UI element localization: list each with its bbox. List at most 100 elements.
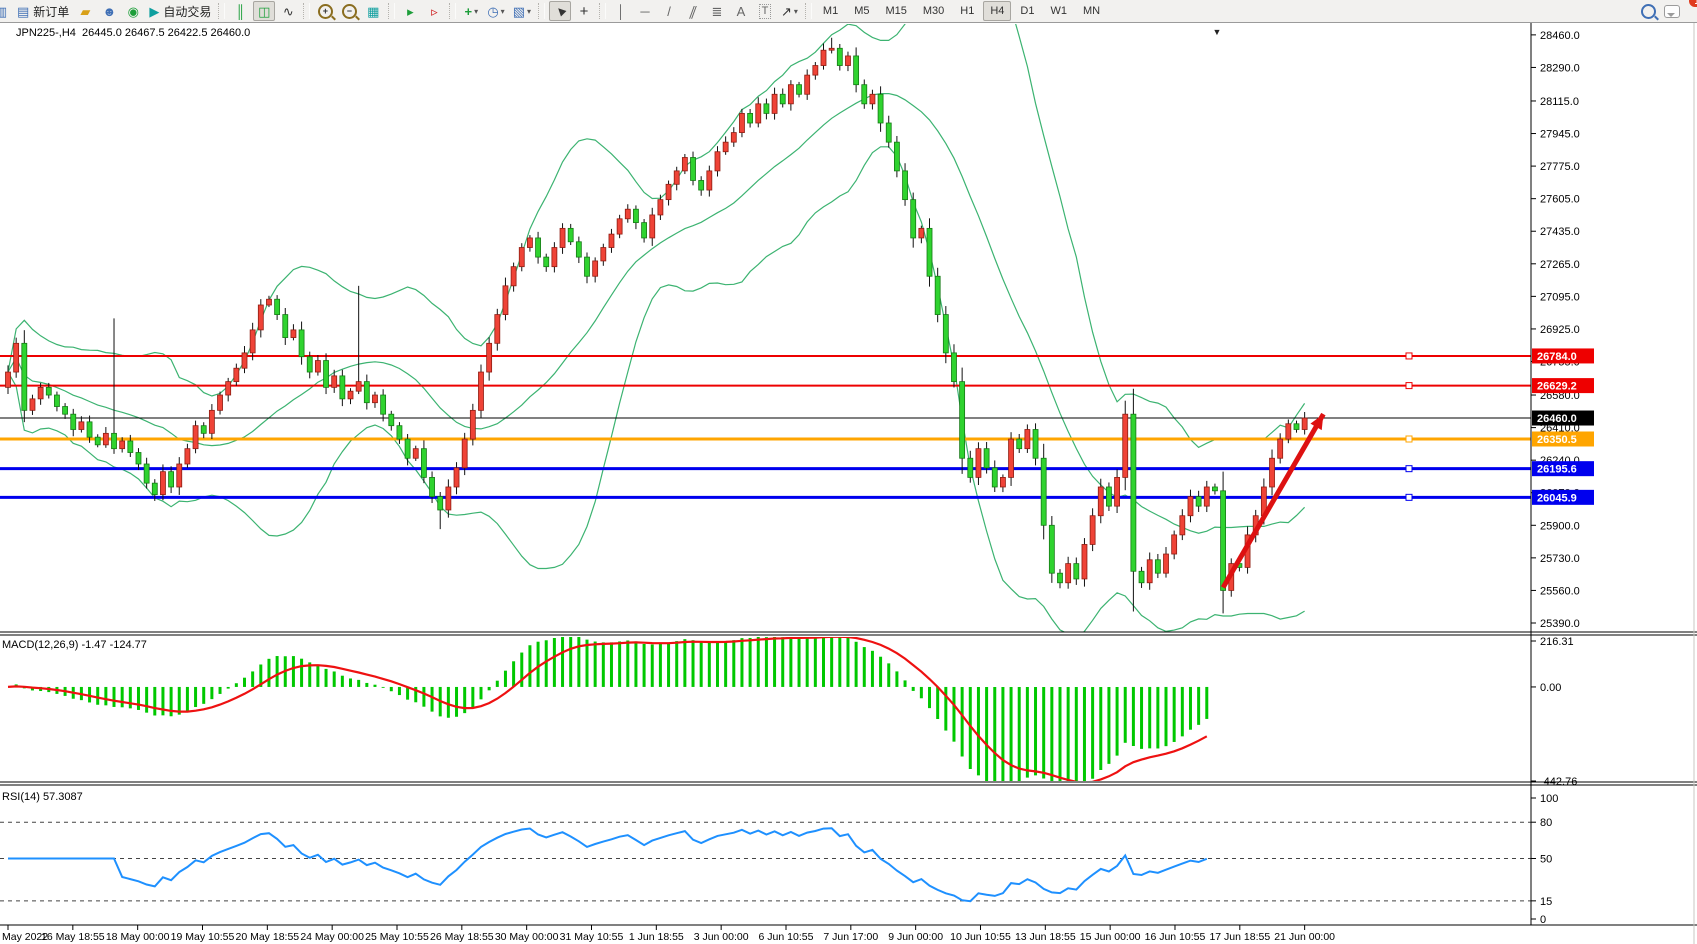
bar-chart-button[interactable]: ║ [229,1,251,21]
line-handle[interactable] [1406,494,1412,500]
candle [862,85,867,104]
candle [438,497,443,510]
candle [1188,497,1193,516]
tf-w1-button[interactable]: W1 [1043,1,1074,21]
line-handle[interactable] [1406,353,1412,359]
rsi-indicator-label: RSI(14) 57.3087 [2,791,83,803]
new-chart-button[interactable]: ▥ [0,1,12,21]
tile-windows-button[interactable]: ▦ [362,1,384,21]
candle [894,142,899,171]
candle [1098,487,1103,516]
tf-m30-button[interactable]: M30 [916,1,951,21]
bar-chart-icon: ║ [236,5,245,18]
tf-h4-button[interactable]: H4 [983,1,1011,21]
candle [103,433,108,444]
zoom-in-icon: + [318,4,333,19]
chevron-down-icon: ▾ [501,7,505,16]
new-order-button[interactable]: ▤ 新订单 [14,1,72,21]
search-button[interactable] [1637,1,1659,21]
candle [519,248,524,267]
tf-d1-button[interactable]: D1 [1013,1,1041,21]
indicators-button[interactable]: +▾ [460,1,482,21]
candle [829,48,834,50]
candle [552,248,557,267]
vertical-line-icon: │ [617,5,625,18]
candle [609,234,614,247]
tf-m1-button[interactable]: M1 [816,1,845,21]
line-handle[interactable] [1406,383,1412,389]
candle [340,376,345,399]
crosshair-button[interactable]: + [573,1,595,21]
chart-area[interactable]: ▼28460.028290.028115.027945.027775.02760… [0,23,1697,944]
zoom-out-button[interactable]: − [338,1,360,21]
autotrade-button[interactable]: ▶ 自动交易 [146,1,214,21]
rsi-tick-label: 100 [1540,793,1558,805]
text-label-button[interactable]: T [754,1,776,21]
autoscroll-button[interactable]: ▸ [399,1,421,21]
tf-m5-button[interactable]: M5 [847,1,876,21]
candlestick-chart-button[interactable]: ◫ [253,1,275,21]
channel-button[interactable]: ∥ [682,1,704,21]
hline-button[interactable]: ─ [634,1,656,21]
main-panel [0,23,1531,640]
text-button[interactable]: A [730,1,752,21]
tf-mn-button[interactable]: MN [1076,1,1107,21]
candle [576,242,581,257]
candle [1009,439,1014,477]
candle [780,94,785,104]
candle [976,449,981,478]
chart-title: JPN225-,H4 26445.0 26467.5 26422.5 26460… [16,27,250,39]
candle [169,472,174,487]
chart-shift-button[interactable]: ▹ [423,1,445,21]
navigator-icon: ☻ [102,5,116,18]
fibonacci-button[interactable]: ≣ [706,1,728,21]
trendline-button[interactable]: / [658,1,680,21]
candle [14,343,19,372]
candle [536,238,541,257]
candle [381,395,386,414]
line-handle[interactable] [1406,466,1412,472]
shift-marker-icon[interactable]: ▼ [1213,27,1222,37]
date-tick-label: 30 May 00:00 [495,931,559,943]
navigator-button[interactable]: ☻ [98,1,120,21]
market-watch-button[interactable]: ▰ [74,1,96,21]
chat-button[interactable]: 1 [1661,1,1683,21]
candle [723,142,728,152]
tf-m15-button[interactable]: M15 [878,1,913,21]
arrows-button[interactable]: ↗▾ [778,1,801,21]
candle [421,449,426,478]
line-handle[interactable] [1406,436,1412,442]
candle [22,343,27,410]
templates-button[interactable]: ▧▾ [510,1,534,21]
tf-h1-button[interactable]: H1 [953,1,981,21]
macd-tick-label: 0.00 [1540,682,1561,694]
candle [911,200,916,238]
date-tick-label: 9 Jun 00:00 [888,931,943,943]
candle [324,361,329,388]
price-tick-label: 28460.0 [1540,30,1580,42]
candle [63,407,68,415]
macd-indicator-label: MACD(12,26,9) -1.47 -124.77 [2,639,147,651]
candle [1221,491,1226,591]
price-chart-svg[interactable]: ▼28460.028290.028115.027945.027775.02760… [0,23,1697,944]
periods-button[interactable]: ◷▾ [484,1,507,21]
vline-button[interactable]: │ [610,1,632,21]
candle [95,437,100,445]
toolbar-separator [538,3,545,19]
candle [1286,424,1291,439]
candle [666,184,671,199]
candle [144,464,149,483]
broadcast-button[interactable]: ◉ [122,1,144,21]
candle [120,441,125,449]
candle [364,382,369,403]
candle [413,449,418,459]
candle [1074,564,1079,579]
cursor-button[interactable]: ► [549,1,571,21]
line-chart-button[interactable]: ∿ [277,1,299,21]
candle [715,152,720,171]
candle [128,441,133,452]
date-tick-label: 16 Jun 10:55 [1145,931,1206,943]
candle [299,330,304,357]
zoom-in-button[interactable]: + [314,1,336,21]
price-tick-label: 26925.0 [1540,324,1580,336]
